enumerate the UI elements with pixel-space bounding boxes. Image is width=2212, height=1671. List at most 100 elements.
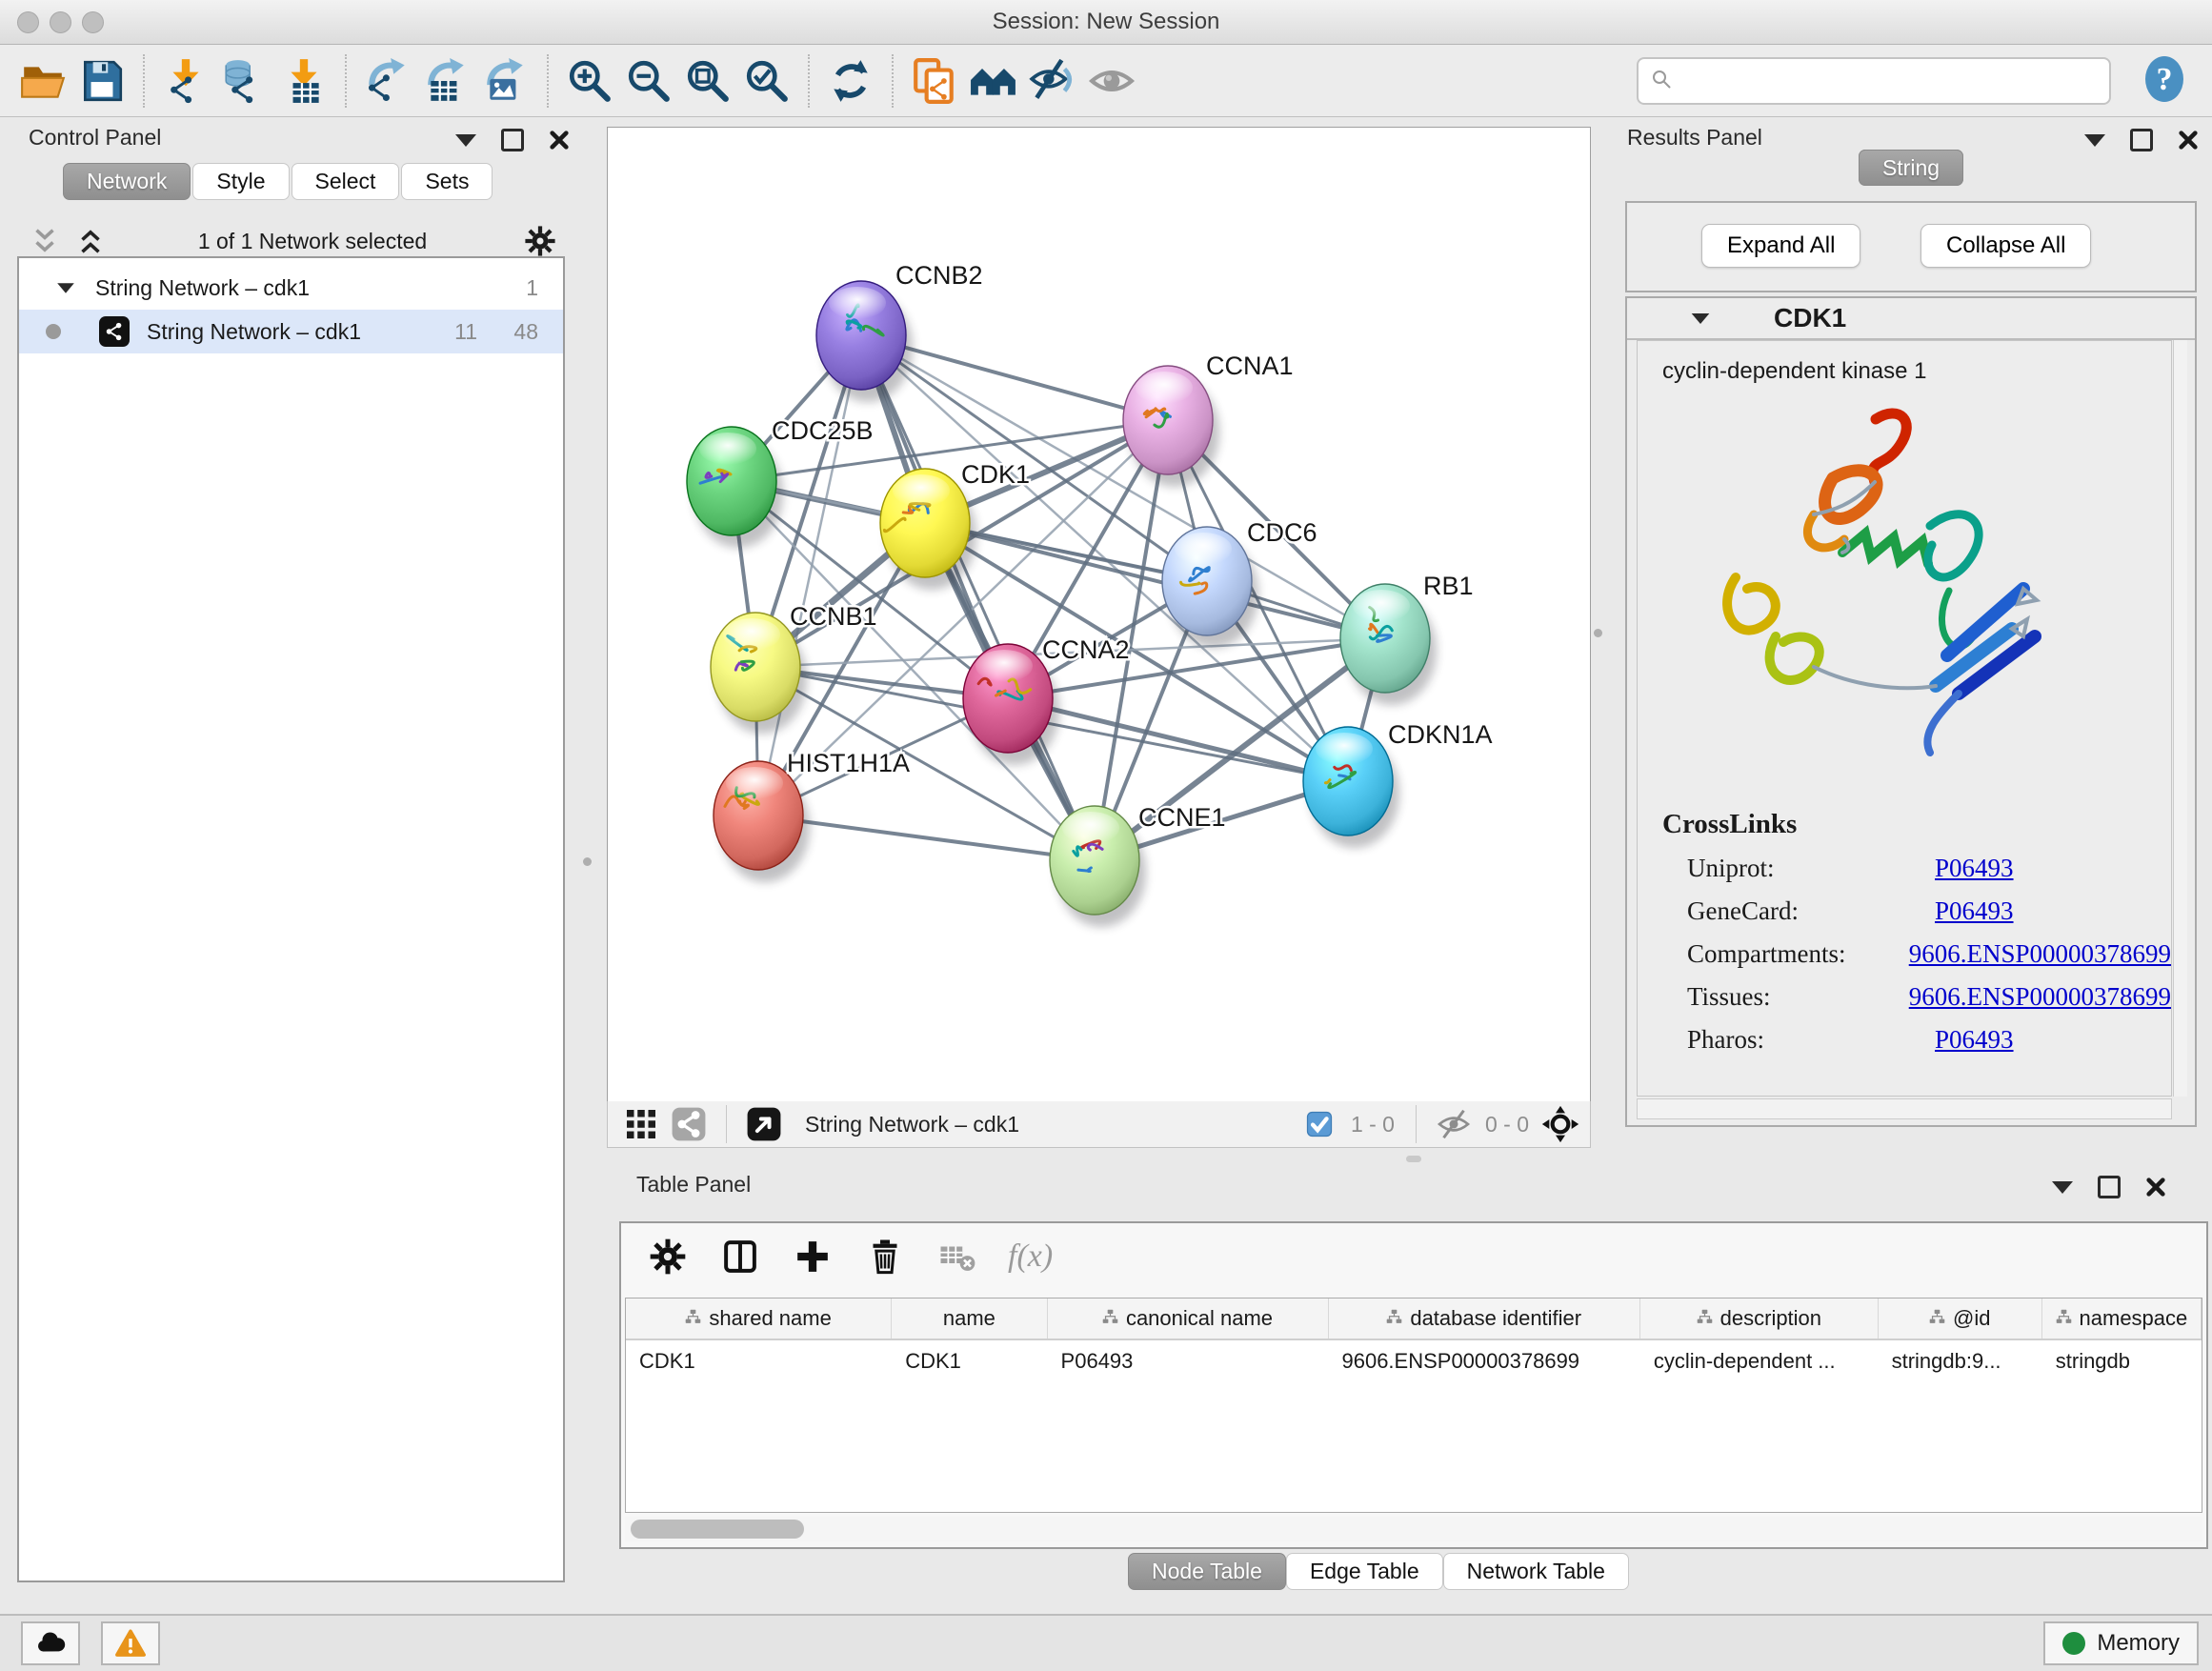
open-external-icon[interactable] — [744, 1104, 784, 1144]
zoom-out-button[interactable] — [619, 51, 678, 111]
column-header-database-identifier[interactable]: database identifier — [1329, 1299, 1640, 1339]
table-panel-float-icon[interactable] — [2098, 1176, 2121, 1198]
hidden-eye-slash-icon[interactable] — [1434, 1104, 1474, 1144]
results-horizontal-scrollbar[interactable] — [1637, 1098, 2172, 1119]
column-header-namespace[interactable]: namespace — [2042, 1299, 2202, 1339]
network-node-CDKN1A[interactable]: CDKN1A — [1303, 720, 1493, 848]
cell-1[interactable]: CDK1 — [892, 1340, 1047, 1382]
network-node-HIST1H1A[interactable]: HIST1H1A — [714, 749, 910, 882]
bottom-splitter-handle[interactable] — [1406, 1156, 1421, 1162]
save-session-button[interactable] — [72, 51, 131, 111]
network-node-CDC6[interactable]: CDC6 — [1162, 518, 1317, 648]
export-network-button[interactable] — [358, 51, 417, 111]
open-session-button[interactable] — [13, 51, 72, 111]
birdseye-view-icon[interactable] — [1540, 1104, 1580, 1144]
crosslink-value-link[interactable]: P06493 — [1935, 854, 2014, 883]
network-collection-row[interactable]: String Network – cdk1 1 — [19, 266, 563, 310]
cell-3[interactable]: 9606.ENSP00000378699 — [1328, 1340, 1639, 1382]
tab-node-table[interactable]: Node Table — [1128, 1553, 1286, 1590]
network-view-canvas[interactable]: CCNB2 CCNA1 CDC25B CDK1 CDC6 RB1 CCNB1 — [607, 127, 1591, 1102]
export-table-button[interactable] — [417, 51, 476, 111]
tab-network-table[interactable]: Network Table — [1443, 1553, 1629, 1590]
table-row[interactable]: CDK1CDK1P064939606.ENSP00000378699cyclin… — [626, 1340, 2202, 1382]
zoom-in-button[interactable] — [560, 51, 619, 111]
clone-network-button[interactable] — [905, 51, 964, 111]
refresh-button[interactable] — [821, 51, 880, 111]
results-vertical-scrollbar[interactable] — [2173, 340, 2187, 1097]
expand-all-icon[interactable] — [74, 225, 107, 257]
edge-CCNB2-CCNE1[interactable] — [861, 335, 1095, 860]
control-panel-collapse-icon[interactable] — [455, 134, 476, 147]
import-network-file-button[interactable] — [156, 51, 215, 111]
tab-network[interactable]: Network — [63, 163, 191, 200]
zoom-selected-button[interactable] — [737, 51, 796, 111]
crosslink-value-link[interactable]: P06493 — [1935, 1025, 2014, 1055]
network-node-CCNE1[interactable]: CCNE1 — [1050, 803, 1226, 927]
results-panel-collapse-icon[interactable] — [2084, 134, 2105, 147]
grid-view-icon[interactable] — [621, 1104, 661, 1144]
network-node-CCNB2[interactable]: CCNB2 — [816, 261, 983, 402]
tab-style[interactable]: Style — [192, 163, 289, 200]
collapse-all-icon[interactable] — [29, 225, 61, 257]
import-table-file-button[interactable] — [274, 51, 333, 111]
network-node-RB1[interactable]: RB1 — [1340, 572, 1474, 705]
tab-string[interactable]: String — [1859, 150, 1963, 186]
warning-status-button[interactable] — [101, 1621, 160, 1665]
add-column-icon[interactable] — [791, 1235, 835, 1278]
edge-CCNB2-HIST1H1A[interactable] — [758, 335, 861, 815]
cell-5[interactable]: stringdb:9... — [1879, 1340, 2042, 1382]
delete-column-trash-icon[interactable] — [863, 1235, 907, 1278]
tab-sets[interactable]: Sets — [401, 163, 493, 200]
table-scrollbar-thumb[interactable] — [631, 1520, 804, 1539]
control-panel-float-icon[interactable] — [501, 129, 524, 151]
network-node-CDK1[interactable]: CDK1 — [880, 460, 1030, 590]
control-panel-close-icon[interactable] — [549, 130, 570, 151]
hide-selected-button[interactable] — [1023, 51, 1082, 111]
left-splitter-handle[interactable] — [583, 857, 592, 866]
tree-expand-icon[interactable] — [57, 283, 74, 292]
search-box[interactable] — [1637, 57, 2111, 105]
results-panel-float-icon[interactable] — [2130, 129, 2153, 151]
table-panel-close-icon[interactable] — [2145, 1177, 2166, 1198]
show-columns-icon[interactable] — [718, 1235, 762, 1278]
crosslink-value-link[interactable]: P06493 — [1935, 896, 2014, 926]
table-options-gear-icon[interactable] — [646, 1235, 690, 1278]
memory-button[interactable]: Memory — [2043, 1621, 2199, 1665]
network-node-CCNA1[interactable]: CCNA1 — [1123, 352, 1294, 487]
column-header--id[interactable]: @id — [1879, 1299, 2042, 1339]
expand-all-button[interactable]: Expand All — [1701, 224, 1860, 268]
import-network-database-button[interactable] — [215, 51, 274, 111]
share-view-icon[interactable] — [669, 1104, 709, 1144]
gene-card-collapse-icon[interactable] — [1692, 312, 1710, 323]
column-header-shared-name[interactable]: shared name — [626, 1299, 892, 1339]
network-row-selected[interactable]: String Network – cdk1 11 48 — [19, 310, 563, 353]
results-panel-close-icon[interactable] — [2178, 130, 2199, 151]
show-all-button[interactable] — [1082, 51, 1141, 111]
search-input[interactable] — [1680, 68, 2109, 94]
network-node-CDC25B[interactable]: CDC25B — [687, 416, 874, 548]
first-neighbors-button[interactable] — [964, 51, 1023, 111]
selected-checkbox-icon[interactable] — [1299, 1104, 1339, 1144]
cell-4[interactable]: cyclin-dependent ... — [1640, 1340, 1879, 1382]
zoom-fit-button[interactable] — [678, 51, 737, 111]
collapse-all-button[interactable]: Collapse All — [1920, 224, 2091, 268]
tab-edge-table[interactable]: Edge Table — [1286, 1553, 1443, 1590]
network-node-CCNA2[interactable]: CCNA2 — [963, 635, 1130, 765]
table-panel-collapse-icon[interactable] — [2052, 1181, 2073, 1194]
crosslink-value-link[interactable]: 9606.ENSP00000378699 — [1909, 982, 2171, 1012]
export-image-button[interactable] — [476, 51, 535, 111]
cell-0[interactable]: CDK1 — [626, 1340, 892, 1382]
cloud-status-button[interactable] — [21, 1621, 80, 1665]
cell-2[interactable]: P06493 — [1048, 1340, 1329, 1382]
column-header-canonical-name[interactable]: canonical name — [1048, 1299, 1329, 1339]
help-button[interactable]: ? — [2140, 54, 2189, 104]
column-header-name[interactable]: name — [892, 1299, 1047, 1339]
cell-6[interactable]: stringdb — [2042, 1340, 2202, 1382]
right-splitter-handle[interactable] — [1594, 629, 1602, 637]
crosslink-value-link[interactable]: 9606.ENSP00000378699 — [1909, 939, 2171, 969]
table-horizontal-scrollbar[interactable] — [625, 1517, 2202, 1541]
column-header-description[interactable]: description — [1640, 1299, 1879, 1339]
gene-card-header[interactable]: CDK1 — [1627, 298, 2195, 340]
network-node-CCNB1[interactable]: CCNB1 — [711, 602, 877, 734]
tab-select[interactable]: Select — [292, 163, 400, 200]
